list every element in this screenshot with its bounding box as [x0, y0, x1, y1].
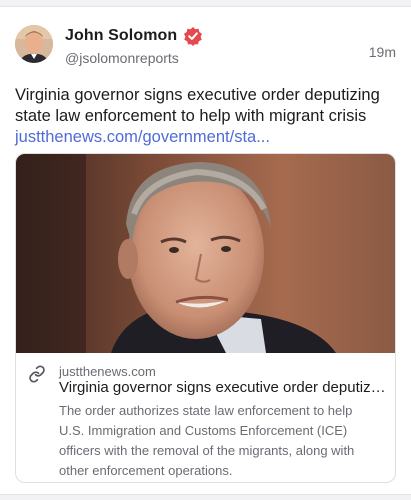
post-text-line: state law enforcement to help with migra…	[15, 107, 367, 125]
author-handle[interactable]: @jsolomonreports	[65, 50, 179, 66]
card-description-line: officers with the removal of the migrant…	[59, 443, 355, 458]
post-body: Virginia governor signs executive order …	[15, 85, 400, 148]
verified-badge-icon	[183, 26, 203, 46]
card-description-line: other enforcement operations.	[59, 463, 233, 478]
post-link[interactable]: justthenews.com/government/sta...	[15, 127, 400, 148]
article-photo-icon	[16, 154, 395, 353]
card-description: The order authorizes state law enforceme…	[59, 401, 389, 481]
author-name[interactable]: John Solomon	[65, 27, 177, 45]
avatar-photo-icon	[15, 25, 53, 63]
author-avatar[interactable]	[15, 25, 53, 63]
card-description-line: The order authorizes state law enforceme…	[59, 403, 353, 418]
link-icon	[29, 365, 45, 383]
card-description-line: U.S. Immigration and Customs Enforcement…	[59, 423, 348, 438]
card-title[interactable]: Virginia governor signs executive order …	[59, 379, 387, 396]
post-card[interactable]: John Solomon @jsolomonreports 19m Virgin…	[0, 6, 411, 495]
link-preview-card[interactable]: justthenews.com Virginia governor signs …	[15, 153, 396, 483]
post-text-line: Virginia governor signs executive order …	[15, 86, 380, 104]
card-domain: justthenews.com	[59, 364, 156, 379]
post-timestamp[interactable]: 19m	[369, 44, 396, 60]
